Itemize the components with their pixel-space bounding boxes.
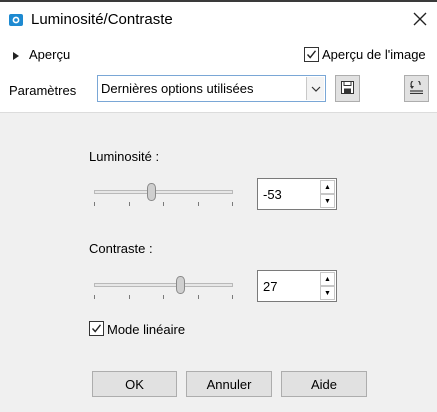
brightness-slider-tick	[94, 202, 95, 206]
contrast-spinbox[interactable]: 27 ▲ ▼	[257, 270, 337, 302]
save-icon	[341, 80, 354, 97]
settings-panel	[0, 113, 437, 412]
contrast-slider-thumb[interactable]	[175, 276, 185, 294]
contrast-slider[interactable]	[94, 283, 233, 287]
app-camera-icon	[9, 13, 23, 27]
settings-label: Paramètres	[9, 83, 77, 98]
window-title: Luminosité/Contraste	[31, 11, 173, 28]
contrast-slider-tick	[197, 295, 199, 299]
reset-defaults-button[interactable]	[404, 75, 429, 102]
brightness-slider-tick	[128, 202, 130, 206]
contrast-increment-icon[interactable]: ▲	[320, 272, 335, 286]
brightness-slider-thumb[interactable]	[147, 183, 157, 201]
preset-dropdown[interactable]: Dernières options utilisées	[97, 75, 326, 102]
contrast-label: Contraste :	[89, 241, 153, 256]
contrast-slider-tick	[94, 295, 95, 299]
image-preview-checkbox[interactable]	[304, 47, 319, 62]
brightness-slider-tick	[163, 202, 164, 206]
brightness-slider-tick	[232, 202, 233, 206]
contrast-slider-tick	[163, 295, 164, 299]
brightness-decrement-icon[interactable]: ▼	[320, 194, 335, 208]
brightness-slider-tick	[197, 202, 199, 206]
save-preset-button[interactable]	[335, 75, 360, 102]
title-bar-border	[0, 0, 437, 2]
preset-dropdown-value: Dernières options utilisées	[101, 81, 254, 96]
close-icon[interactable]	[411, 10, 429, 28]
reset-icon	[409, 78, 424, 97]
brightness-slider[interactable]	[94, 190, 233, 194]
brightness-value[interactable]: -53	[263, 187, 282, 202]
cancel-button[interactable]: Annuler	[186, 371, 272, 397]
image-preview-label[interactable]: Aperçu de l'image	[322, 47, 426, 62]
expand-arrow-icon[interactable]	[12, 51, 20, 64]
brightness-increment-icon[interactable]: ▲	[320, 180, 335, 194]
contrast-slider-tick	[232, 295, 233, 299]
brightness-label: Luminosité :	[89, 149, 160, 164]
contrast-slider-tick	[128, 295, 130, 299]
linear-mode-checkbox[interactable]	[89, 321, 104, 336]
linear-mode-label[interactable]: Mode linéaire	[107, 322, 185, 337]
ok-button[interactable]: OK	[92, 371, 177, 397]
chevron-down-icon[interactable]	[306, 77, 324, 100]
help-button[interactable]: Aide	[281, 371, 367, 397]
contrast-decrement-icon[interactable]: ▼	[320, 286, 335, 300]
brightness-spinbox[interactable]: -53 ▲ ▼	[257, 178, 337, 210]
preview-expander-label[interactable]: Aperçu	[29, 47, 70, 62]
contrast-value[interactable]: 27	[263, 279, 277, 294]
